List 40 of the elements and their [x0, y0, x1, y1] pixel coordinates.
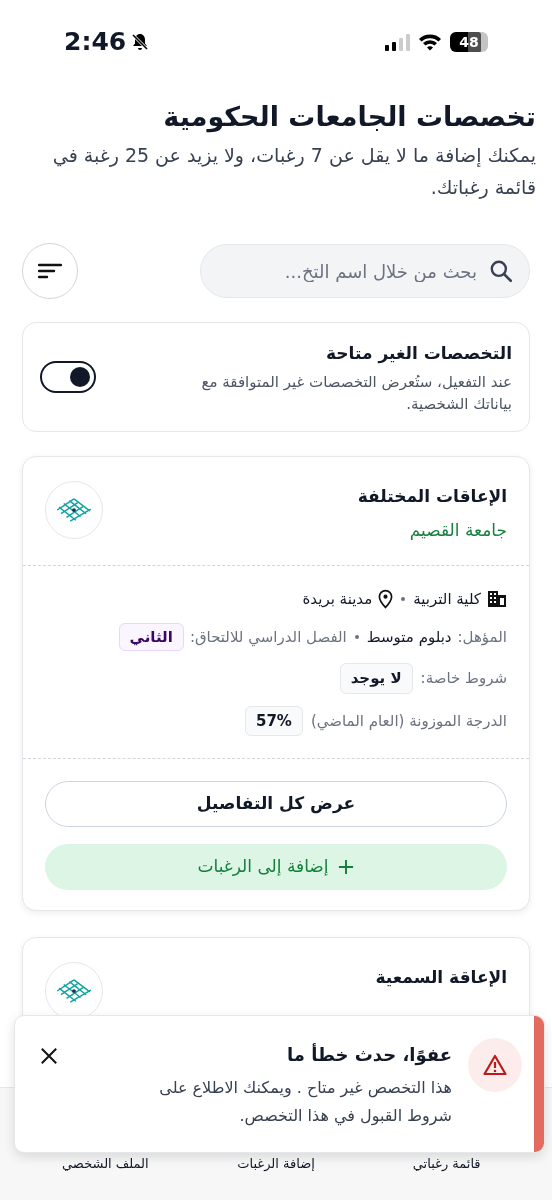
- filter-description: عند التفعيل، ستُعرض التخصصات غير المتوافقة مع بياناتك الشخصية.: [200, 372, 512, 415]
- page-title: تخصصات الجامعات الحكومية: [162, 100, 536, 135]
- add-to-wishlist-button[interactable]: إضافة إلى الرغبات: [45, 844, 507, 890]
- status-time: 2:46: [64, 26, 127, 59]
- nav-tab[interactable]: إضافة الرغبات: [206, 1153, 346, 1173]
- qualification-label: المؤهل:: [457, 626, 507, 648]
- lattice-logo-icon: [55, 977, 93, 1005]
- search-field[interactable]: بحث من خلال اسم التخ...: [199, 244, 530, 298]
- muted-bell-icon: [130, 32, 151, 52]
- toast-message: هذا التخصص غير متاح . ويمكنك الاطلاع على شروط القبول في هذا التخصص.: [158, 1077, 452, 1128]
- close-icon: [40, 1047, 58, 1065]
- warning-icon: [482, 1054, 508, 1076]
- plus-icon: [338, 859, 355, 875]
- college-name: كلية التربية: [413, 589, 481, 610]
- filter-title: التخصصات الغير متاحة: [325, 342, 512, 366]
- sort-icon: [37, 262, 62, 280]
- wifi-icon: [418, 33, 442, 51]
- score-label: الدرجة الموزونة (العام الماضي): [310, 710, 507, 732]
- city-name: مدينة بريدة: [302, 589, 373, 610]
- semester-label: الفصل الدراسي للالتحاق:: [189, 626, 347, 648]
- signal-icon: [384, 33, 410, 51]
- toast-title: عفوًا، حدث خطأ ما: [286, 1042, 452, 1068]
- location-pin-icon: [378, 589, 394, 610]
- program-name: الإعاقة السمعية: [375, 966, 507, 989]
- program-name: الإعاقات المختلفة: [357, 485, 507, 508]
- university-name: جامعة القصيم: [408, 519, 507, 542]
- nav-tab[interactable]: الملف الشخصي: [35, 1153, 176, 1173]
- lattice-logo-icon: [55, 496, 93, 524]
- details-button[interactable]: عرض كل التفاصيل: [45, 781, 507, 827]
- semester-badge: الثاني: [118, 622, 184, 651]
- conditions-label: شروط خاصة:: [420, 668, 507, 689]
- battery-level: 48: [457, 32, 481, 52]
- conditions-badge: لا يوجد: [339, 663, 413, 694]
- qualification-value: دبلوم متوسط: [366, 626, 452, 648]
- page-description: يمكنك إضافة ما لا يقل عن 7 رغبات، ولا يزيد عن 25 رغبة في قائمة رغباتك.: [51, 143, 536, 201]
- building-icon: [487, 590, 507, 609]
- toggle-switch[interactable]: [40, 361, 96, 393]
- nav-tab[interactable]: قائمة رغباتي: [376, 1153, 517, 1173]
- search-icon: [488, 258, 514, 284]
- score-badge: 57%: [245, 705, 303, 736]
